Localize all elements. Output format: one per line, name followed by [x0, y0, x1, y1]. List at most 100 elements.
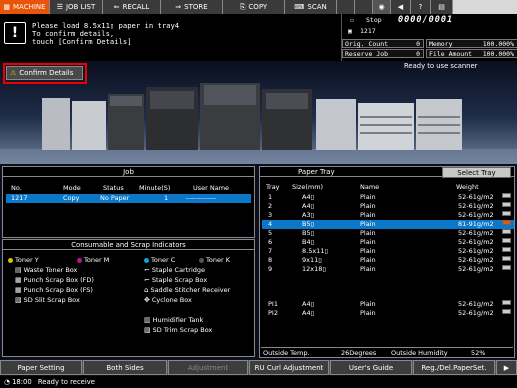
orig-count-label: Orig. Count	[345, 40, 389, 48]
tray-paper-name: Plain	[360, 202, 376, 210]
tab-blank-2[interactable]	[355, 0, 373, 14]
tray-paper-name: Plain	[360, 220, 376, 228]
outside-temp-label: Outside Temp.	[263, 349, 310, 357]
adjustment-button[interactable]: Adjustment	[168, 360, 248, 375]
tray-size: 8.5x11▯	[302, 247, 329, 255]
saddle-stitcher-label: Saddle Stitcher Receiver	[150, 286, 231, 294]
tray-number: 3	[268, 211, 273, 219]
select-tray-button[interactable]: Select Tray	[442, 167, 511, 178]
tray-number: PI2	[268, 309, 278, 317]
tray-weight: 52-61g/m2	[458, 229, 494, 237]
saddle-icon: ⌂	[144, 286, 149, 294]
settings-icon[interactable]: ◉	[373, 0, 391, 14]
volume-icon[interactable]: ◀	[391, 0, 411, 14]
header-size: Size(mm)	[292, 183, 324, 191]
toner-y: Toner Y	[8, 256, 39, 264]
header-no: No.	[11, 184, 22, 192]
users-guide-button[interactable]: User's Guide	[330, 360, 412, 375]
job-icon: ▣	[348, 27, 352, 35]
tray-paper-name: Plain	[360, 193, 376, 201]
machine-icon: ▦	[3, 3, 11, 11]
tray-row[interactable]: 6 B4▯ Plain 52-61g/m2	[262, 238, 514, 247]
confirm-details-button[interactable]: ⚠ Confirm Details	[6, 66, 83, 80]
tray-row[interactable]: 7 8.5x11▯ Plain 52-61g/m2	[262, 247, 514, 256]
punch-scrap-fs-label: Punch Scrap Box (FS)	[23, 286, 93, 294]
both-sides-button[interactable]: Both Sides	[83, 360, 167, 375]
tab-label: JOB LIST	[65, 3, 96, 11]
copy-counter: 0000/0001	[398, 15, 454, 25]
tray-row[interactable]: 4 B5▯ Plain 81-91g/m2	[262, 220, 514, 229]
tray-row[interactable]: 1 A4▯ Plain 52-61g/m2	[262, 193, 514, 202]
status-box: ▭ Stop 0000/0001 ▣ 1217 Orig. Count 0 Mem…	[341, 14, 517, 61]
tab-label: STORE	[184, 3, 208, 11]
tray-size: 12x18▯	[302, 265, 326, 273]
tray-size: A4▯	[302, 193, 315, 201]
ru-curl-adjustment-button[interactable]: RU Curl Adjustment	[249, 360, 329, 375]
cyclone-icon: ✥	[144, 296, 150, 304]
reserve-job-label: Reserve Job	[345, 50, 389, 58]
reg-del-paperset-button[interactable]: Reg./Del.PaperSet.	[413, 360, 495, 375]
tray-row[interactable]: 3 A3▯ Plain 52-61g/m2	[262, 211, 514, 220]
toner-k: Toner K	[199, 256, 230, 264]
tab-store[interactable]: ⇒ STORE	[161, 0, 223, 14]
staple-cartridge-label: Staple Cartridge	[151, 266, 206, 274]
memory-value: 100.000%	[482, 40, 514, 48]
tray-number: 8	[268, 256, 273, 264]
paper-tray-panel: Paper Tray Tray Size(mm) Name Weight 1 A4…	[259, 166, 515, 358]
reserve-job-cell: Reserve Job 0	[342, 49, 424, 58]
memory-cell: Memory 100.000%	[426, 39, 517, 48]
status-time: 18:00	[12, 378, 32, 386]
header-weight: Weight	[456, 183, 479, 191]
humidifier-tank: ▥ Humidifier Tank	[144, 316, 203, 324]
waste-box-icon: ▤	[15, 266, 22, 274]
toner-c: Toner C	[144, 256, 175, 264]
paper-level-icon	[502, 300, 511, 305]
tray-row[interactable]: PI2 A4▯ Plain 52-61g/m2	[262, 309, 514, 318]
tab-job-list[interactable]: ☰ JOB LIST	[50, 0, 103, 14]
tab-label: COPY	[248, 3, 268, 11]
paper-setting-button[interactable]: Paper Setting	[0, 360, 82, 375]
toner-m-icon	[77, 257, 82, 263]
toner-y-icon	[8, 257, 13, 263]
paper-level-icon	[502, 265, 511, 270]
tray-weight: 52-61g/m2	[458, 202, 494, 210]
tray-paper-name: Plain	[360, 256, 376, 264]
paper-level-icon	[502, 238, 511, 243]
file-amount-cell: File Amount 100.000%	[426, 49, 517, 58]
tab-copy[interactable]: ⎘ COPY	[223, 0, 285, 14]
tray-paper-name: Plain	[360, 211, 376, 219]
tray-weight: 52-61g/m2	[458, 238, 494, 246]
tab-recall[interactable]: ⇐ RECALL	[103, 0, 161, 14]
sd-slit-scrap-box: ▧ SD Slit Scrap Box	[15, 296, 80, 304]
job-row[interactable]: 1217 Copy No Paper 1 -------------	[6, 194, 251, 203]
tab-blank-1[interactable]	[337, 0, 355, 14]
paper-empty-warning-icon	[502, 220, 511, 225]
tray-paper-name: Plain	[360, 229, 376, 237]
sd-trim-scrap-box: ▧ SD Trim Scrap Box	[144, 326, 212, 334]
tray-weight: 52-61g/m2	[458, 247, 494, 255]
tray-weight: 52-61g/m2	[458, 256, 494, 264]
job-no: 1217	[11, 194, 28, 202]
header-name: Name	[360, 183, 380, 191]
tray-paper-name: Plain	[360, 265, 376, 273]
punch-scrap-fs: ▦ Punch Scrap Box (FS)	[15, 286, 93, 294]
tray-row[interactable]: 9 12x18▯ Plain 52-61g/m2	[262, 265, 514, 274]
tray-row[interactable]: 5 B5▯ Plain 52-61g/m2	[262, 229, 514, 238]
tray-size: B4▯	[302, 238, 315, 246]
tab-scan[interactable]: ⌨ SCAN	[285, 0, 337, 14]
next-page-icon[interactable]: ▶	[496, 360, 517, 375]
help-icon[interactable]: ?	[411, 0, 431, 14]
tray-row[interactable]: 2 A4▯ Plain 52-61g/m2	[262, 202, 514, 211]
list-icon: ☰	[56, 3, 63, 11]
status-line: ◔ 18:00 Ready to receive	[0, 376, 517, 388]
tray-row[interactable]: 8 9x11▯ Plain 52-61g/m2	[262, 256, 514, 265]
job-minute: 1	[164, 194, 169, 202]
menu-icon[interactable]: ▤	[431, 0, 453, 14]
tray-row[interactable]: PI1 A4▯ Plain 52-61g/m2	[262, 300, 514, 309]
tab-machine[interactable]: ▦ MACHINE	[0, 0, 50, 14]
tray-size: A4▯	[302, 309, 315, 317]
waste-toner-box-label: Waste Toner Box	[23, 266, 78, 274]
staple-cartridge: ⌐ Staple Cartridge	[144, 266, 205, 274]
file-amount-value: 100.000%	[482, 50, 514, 58]
stop-label: Stop	[366, 16, 382, 24]
